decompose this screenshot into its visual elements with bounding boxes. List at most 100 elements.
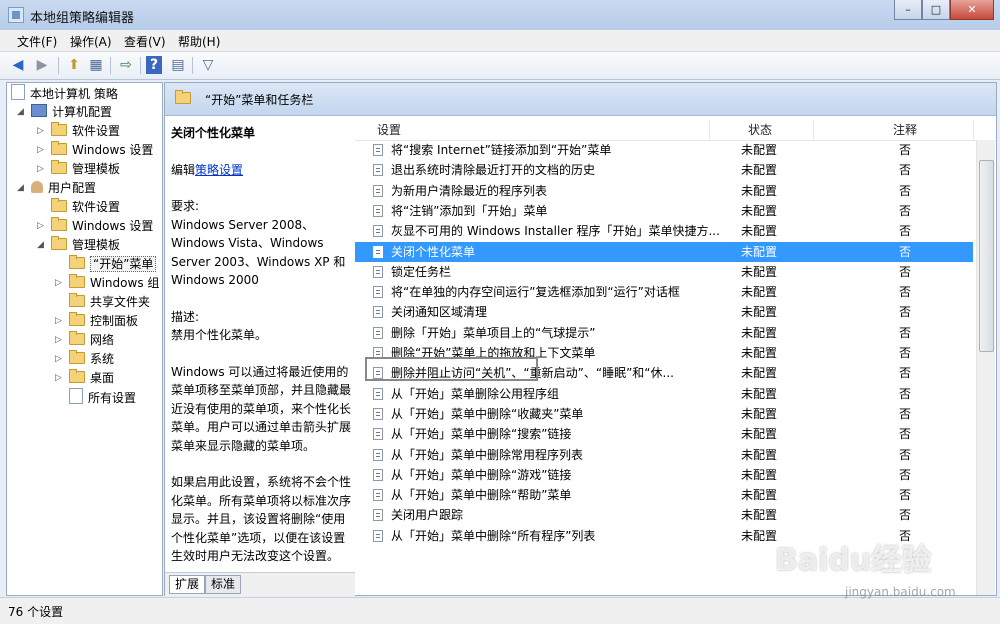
table-row[interactable]: 关闭通知区域清理 未配置 否 bbox=[355, 302, 973, 322]
tree-node-user-config[interactable]: ◢ 用户配置 bbox=[17, 179, 96, 198]
tab-standard[interactable]: 标准 bbox=[205, 575, 242, 594]
row-setting-name: 为新用户清除最近的程序列表 bbox=[391, 183, 548, 198]
table-row[interactable]: 将“在单独的内存空间运行”复选框添加到“运行”对话框 未配置 否 bbox=[355, 282, 973, 302]
tree-node-start-menu[interactable]: “开始”菜单 bbox=[55, 255, 157, 274]
collapse-arrow-icon[interactable]: ◢ bbox=[17, 103, 27, 122]
folder-icon bbox=[51, 198, 67, 212]
scroll-thumb[interactable] bbox=[979, 160, 994, 352]
tree-node-all-settings[interactable]: 所有设置 bbox=[55, 388, 136, 407]
row-state: 未配置 bbox=[741, 163, 778, 178]
table-row[interactable]: 从「开始」菜单删除公用程序组 未配置 否 bbox=[355, 384, 973, 404]
expand-arrow-icon[interactable]: ▷ bbox=[55, 350, 65, 369]
properties-icon[interactable]: ▤ bbox=[168, 56, 188, 74]
table-row[interactable]: 退出系统时清除最近打开的文档的历史 未配置 否 bbox=[355, 160, 973, 180]
column-separator[interactable] bbox=[973, 121, 974, 141]
tree-node-control-panel[interactable]: ▷ 控制面板 bbox=[55, 312, 138, 331]
folder-icon bbox=[69, 293, 85, 307]
table-row[interactable]: 灰显不可用的 Windows Installer 程序「开始」菜单快捷方... 未… bbox=[355, 221, 973, 241]
row-state: 未配置 bbox=[741, 244, 778, 259]
expand-arrow-icon[interactable]: ▷ bbox=[55, 274, 65, 293]
forward-arrow-icon[interactable]: ▶ bbox=[32, 56, 52, 74]
table-row[interactable]: 关闭个性化菜单 未配置 否 bbox=[355, 241, 973, 262]
settings-list[interactable]: 设置 状态 注释 将“搜索 Internet”链接添加到“开始”菜单 未配置否退出… bbox=[355, 116, 996, 595]
policy-editor-icon bbox=[8, 7, 24, 23]
folder-icon bbox=[69, 312, 85, 326]
tree-node-computer-software[interactable]: ▷ 软件设置 bbox=[37, 122, 120, 141]
tree-node-system[interactable]: ▷ 系统 bbox=[55, 350, 114, 369]
row-comment: 否 bbox=[899, 285, 912, 300]
row-comment: 否 bbox=[899, 305, 912, 320]
tree-node-computer-windows[interactable]: ▷ Windows 设置 bbox=[37, 141, 153, 160]
expand-arrow-icon[interactable]: ▷ bbox=[55, 369, 65, 388]
menu-action[interactable]: 操作(A) bbox=[70, 33, 112, 50]
up-folder-icon[interactable]: ⬆ bbox=[64, 56, 84, 74]
column-header-state[interactable]: 状态 bbox=[748, 121, 772, 138]
table-row[interactable]: 删除并阻止访问“关机”、“重新启动”、“睡眠”和“休... 未配置 否 bbox=[355, 363, 973, 383]
tree-node-user-windows[interactable]: ▷ Windows 设置 bbox=[37, 217, 153, 236]
tree-node-network[interactable]: ▷ 网络 bbox=[55, 331, 114, 350]
table-row[interactable]: 锁定任务栏 未配置 否 bbox=[355, 262, 973, 282]
table-row[interactable]: 从「开始」菜单中删除常用程序列表 未配置 否 bbox=[355, 445, 973, 465]
tree-node-windows-components[interactable]: ▷ Windows 组 bbox=[55, 274, 159, 293]
menu-view[interactable]: 查看(V) bbox=[124, 33, 166, 50]
expand-arrow-icon[interactable]: ▷ bbox=[37, 122, 47, 141]
show-tree-icon[interactable]: ▦ bbox=[86, 56, 106, 74]
tree-node-root[interactable]: 本地计算机 策略 bbox=[11, 84, 118, 103]
policy-setting-icon bbox=[373, 184, 383, 197]
column-header-setting[interactable]: 设置 bbox=[377, 121, 401, 138]
table-row[interactable]: 删除“开始”菜单上的拖放和上下文菜单 未配置 否 bbox=[355, 343, 973, 363]
table-row[interactable]: 删除「开始」菜单项目上的“气球提示” 未配置 否 bbox=[355, 323, 973, 343]
status-text: 76 个设置 bbox=[8, 605, 64, 619]
edit-policy-link[interactable]: 策略设置 bbox=[195, 163, 243, 177]
minimize-button[interactable]: – bbox=[894, 0, 922, 20]
table-row[interactable]: 从「开始」菜单中删除“收藏夹”菜单 未配置 否 bbox=[355, 404, 973, 424]
column-header-comment[interactable]: 注释 bbox=[893, 121, 917, 138]
close-button[interactable]: ✕ bbox=[950, 0, 994, 20]
expand-arrow-icon[interactable]: ▷ bbox=[37, 141, 47, 160]
policy-tree[interactable]: 本地计算机 策略 ◢ 计算机配置 ▷ 软件设置 ▷ Windows 设置 ▷ 管理模板 … bbox=[6, 82, 163, 596]
filter-icon[interactable]: ▽ bbox=[198, 56, 218, 74]
menu-help[interactable]: 帮助(H) bbox=[178, 33, 220, 50]
tree-node-computer-config[interactable]: ◢ 计算机配置 bbox=[17, 103, 112, 122]
expand-arrow-icon[interactable]: ▷ bbox=[55, 331, 65, 350]
row-setting-name: 灰显不可用的 Windows Installer 程序「开始」菜单快捷方... bbox=[391, 224, 720, 239]
table-row[interactable]: 从「开始」菜单中删除“帮助”菜单 未配置 否 bbox=[355, 485, 973, 505]
title-bar[interactable]: 本地组策略编辑器 – □ ✕ bbox=[0, 0, 1000, 31]
tree-node-shared-folders[interactable]: 共享文件夹 bbox=[55, 293, 150, 312]
tree-node-user-admin[interactable]: ◢ 管理模板 bbox=[37, 236, 120, 255]
collapse-arrow-icon[interactable]: ◢ bbox=[37, 236, 47, 255]
tree-node-desktop[interactable]: ▷ 桌面 bbox=[55, 369, 114, 388]
row-setting-name: 退出系统时清除最近打开的文档的历史 bbox=[391, 163, 596, 178]
table-row[interactable]: 将“搜索 Internet”链接添加到“开始”菜单 未配置 否 bbox=[355, 140, 973, 160]
expand-arrow-icon[interactable]: ▷ bbox=[55, 312, 65, 331]
policy-setting-icon bbox=[373, 387, 383, 400]
list-scrollbar[interactable] bbox=[976, 140, 995, 595]
column-separator[interactable] bbox=[709, 121, 710, 141]
user-icon bbox=[31, 181, 43, 193]
policy-setting-icon bbox=[373, 144, 383, 156]
table-row[interactable]: 从「开始」菜单中删除“搜索”链接 未配置 否 bbox=[355, 424, 973, 444]
expand-arrow-icon[interactable]: ▷ bbox=[37, 160, 47, 179]
collapse-arrow-icon[interactable]: ◢ bbox=[17, 179, 27, 198]
tree-node-user-software[interactable]: 软件设置 bbox=[37, 198, 120, 217]
menu-file[interactable]: 文件(F) bbox=[17, 33, 57, 50]
tab-extended[interactable]: 扩展 bbox=[169, 575, 206, 594]
help-icon[interactable]: ? bbox=[146, 56, 162, 74]
category-header: “开始”菜单和任务栏 bbox=[165, 83, 996, 116]
maximize-button[interactable]: □ bbox=[922, 0, 950, 20]
setting-title: 关闭个性化菜单 bbox=[171, 126, 256, 140]
tree-node-computer-admin[interactable]: ▷ 管理模板 bbox=[37, 160, 120, 179]
table-row[interactable]: 从「开始」菜单中删除“游戏”链接 未配置 否 bbox=[355, 465, 973, 485]
table-row[interactable]: 关闭用户跟踪 未配置 否 bbox=[355, 505, 973, 525]
table-row[interactable]: 从「开始」菜单中删除“所有程序”列表 未配置 否 bbox=[355, 526, 973, 546]
table-row[interactable]: 将“注销”添加到「开始」菜单 未配置 否 bbox=[355, 201, 973, 221]
row-setting-name: 从「开始」菜单中删除“搜索”链接 bbox=[391, 427, 572, 442]
back-arrow-icon[interactable]: ◀ bbox=[8, 56, 28, 74]
column-separator[interactable] bbox=[813, 121, 814, 141]
table-row[interactable]: 为新用户清除最近的程序列表 未配置 否 bbox=[355, 181, 973, 201]
expand-arrow-icon[interactable]: ▷ bbox=[37, 217, 47, 236]
policy-setting-icon bbox=[373, 489, 383, 502]
export-list-icon[interactable]: ⇨ bbox=[116, 56, 136, 74]
row-setting-name: 从「开始」菜单中删除常用程序列表 bbox=[391, 447, 584, 462]
folder-icon bbox=[51, 160, 67, 174]
